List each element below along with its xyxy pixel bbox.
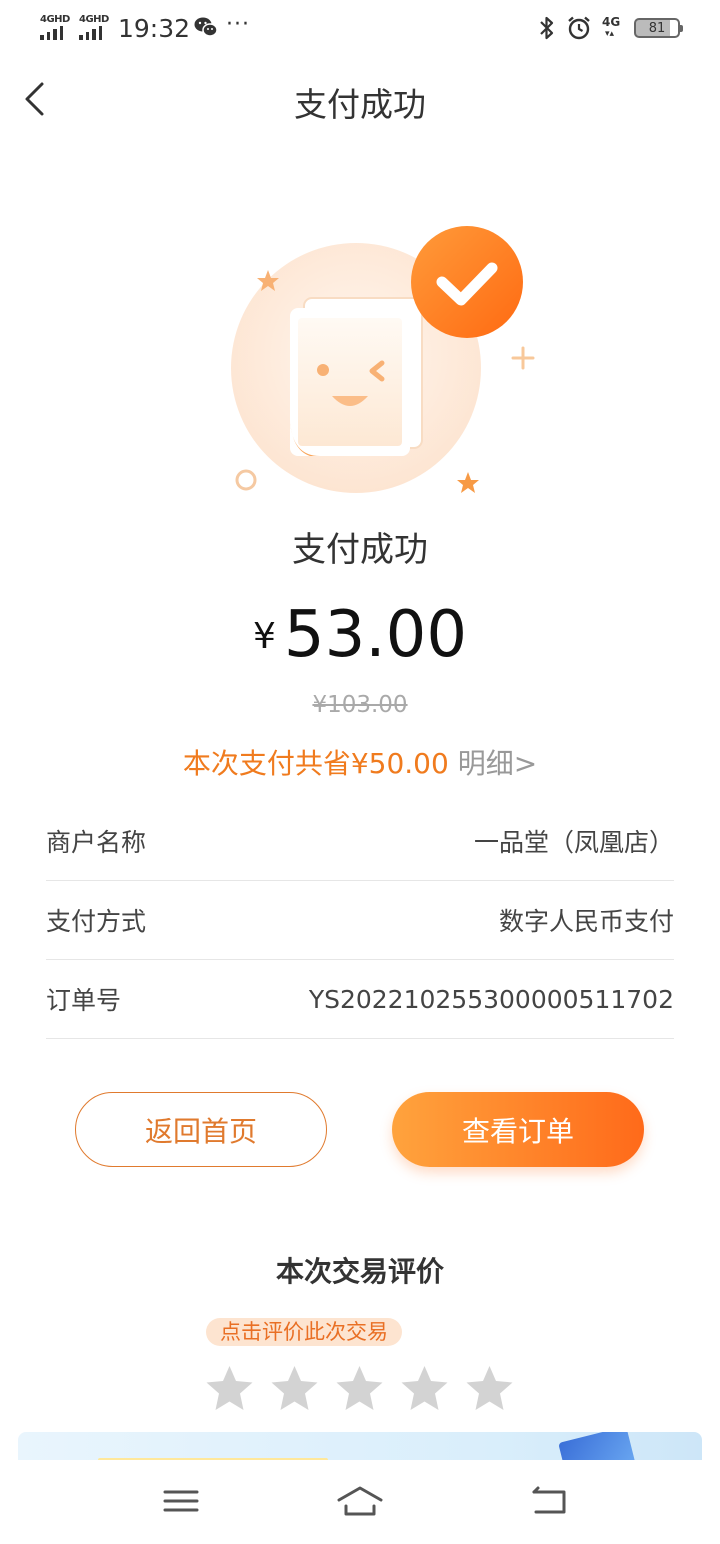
info-value: 数字人民币支付 bbox=[498, 907, 674, 936]
more-notifications-icon: ··· bbox=[226, 12, 250, 37]
alarm-icon bbox=[568, 16, 590, 40]
nav-bar: 支付成功 bbox=[0, 56, 720, 142]
menu-icon[interactable] bbox=[156, 1480, 206, 1520]
saving-text: 本次支付共省¥50.00 bbox=[182, 747, 449, 780]
network-type-label: 4GHD bbox=[40, 14, 70, 25]
view-order-button[interactable]: 查看订单 bbox=[392, 1092, 644, 1167]
status-bar: 4GHD 4GHD 19:32 ··· 4G ▾▴ 81 bbox=[0, 0, 720, 56]
status-time: 19:32 bbox=[118, 14, 191, 43]
amount-value: 53.00 bbox=[283, 598, 468, 672]
page-title: 支付成功 bbox=[294, 85, 426, 124]
back-to-home-button[interactable]: 返回首页 bbox=[75, 1092, 327, 1167]
original-price: ¥103.00 bbox=[312, 692, 408, 718]
mobile-data-label: 4G bbox=[602, 15, 621, 29]
saving-summary: 本次支付共省¥50.00 明细> bbox=[0, 742, 720, 782]
system-nav-bar bbox=[0, 1460, 720, 1544]
star-icon[interactable] bbox=[334, 1364, 385, 1414]
rating-tip: 点击评价此次交易 bbox=[206, 1318, 402, 1346]
return-icon[interactable] bbox=[524, 1480, 574, 1520]
star-icon[interactable] bbox=[269, 1364, 320, 1414]
saving-detail-link[interactable]: 明细> bbox=[449, 747, 537, 780]
rating-title: 本次交易评价 bbox=[275, 1255, 444, 1288]
rating-stars bbox=[204, 1364, 515, 1414]
wechat-icon bbox=[194, 17, 218, 37]
home-icon[interactable] bbox=[335, 1480, 385, 1520]
payment-success-illustration bbox=[231, 226, 535, 493]
payment-amount: ¥53.00 bbox=[0, 598, 720, 672]
info-value: 一品堂（凤凰店） bbox=[473, 828, 674, 857]
bluetooth-icon bbox=[540, 16, 554, 40]
info-value: YS20221025530000051170​2 bbox=[308, 984, 674, 1014]
info-label: 商户名称 bbox=[46, 828, 147, 857]
star-icon[interactable] bbox=[204, 1364, 255, 1414]
info-row-payment-method: 支付方式 数字人民币支付 bbox=[46, 881, 674, 960]
mobile-data-icon: 4G ▾▴ bbox=[602, 15, 621, 39]
battery-icon: 81 bbox=[634, 18, 683, 38]
star-icon[interactable] bbox=[464, 1364, 515, 1414]
success-title: 支付成功 bbox=[292, 530, 428, 570]
signal-icon-2: 4GHD bbox=[79, 14, 113, 40]
info-label: 订单号 bbox=[46, 986, 122, 1015]
check-circle-icon bbox=[411, 226, 523, 338]
network-type-label-2: 4GHD bbox=[79, 14, 109, 25]
info-row-merchant: 商户名称 一品堂（凤凰店） bbox=[46, 802, 674, 881]
star-icon[interactable] bbox=[399, 1364, 450, 1414]
battery-level: 81 bbox=[648, 20, 666, 36]
currency-symbol: ¥ bbox=[252, 616, 276, 657]
info-row-order-number: 订单号 YS20221025530000051170​2 bbox=[46, 960, 674, 1039]
signal-icon: 4GHD bbox=[40, 14, 74, 40]
info-label: 支付方式 bbox=[46, 907, 147, 936]
order-info-list: 商户名称 一品堂（凤凰店） 支付方式 数字人民币支付 订单号 YS2022102… bbox=[46, 802, 674, 1039]
